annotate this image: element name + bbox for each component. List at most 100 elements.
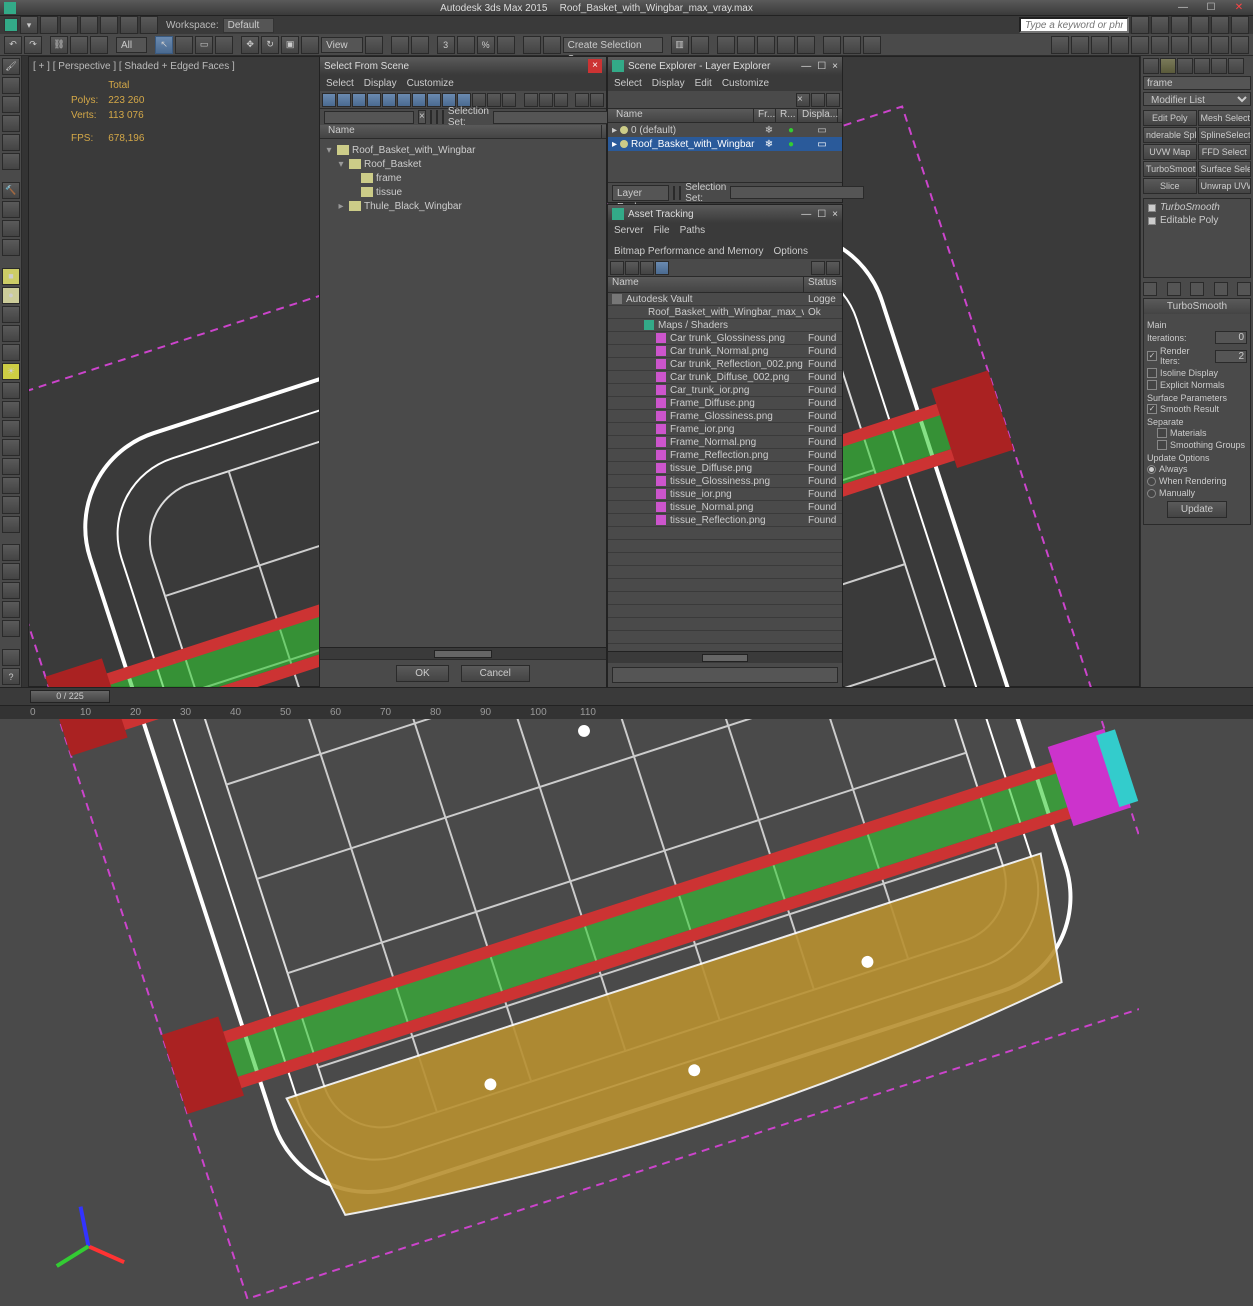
at-min-button[interactable]: —	[801, 209, 811, 220]
asset-row[interactable]: tissue_Diffuse.pngFound	[608, 462, 842, 475]
menu-btn-6[interactable]	[120, 16, 138, 34]
lt-23[interactable]	[2, 496, 20, 513]
at-header[interactable]: Asset Tracking — ☐ ×	[608, 205, 842, 223]
asset-row[interactable]: Frame_Reflection.pngFound	[608, 449, 842, 462]
sfs-filter-6[interactable]	[397, 93, 411, 107]
sfs-filter-15[interactable]	[539, 93, 553, 107]
smoothing-groups-checkbox[interactable]	[1157, 440, 1167, 450]
se-tb-1[interactable]: ×	[796, 93, 810, 107]
asset-row[interactable]: Car trunk_Glossiness.pngFound	[608, 332, 842, 345]
keyboard-button[interactable]	[411, 36, 429, 54]
asset-row[interactable]: Car_trunk_ior.pngFound	[608, 384, 842, 397]
maximize-button[interactable]: ☐	[1201, 2, 1221, 14]
help-btn-6[interactable]	[1231, 16, 1249, 34]
sfs-filter-5[interactable]	[382, 93, 396, 107]
se-ft-2[interactable]	[679, 186, 681, 200]
sfs-ok-button[interactable]: OK	[396, 665, 448, 682]
at-tb-3[interactable]	[640, 261, 654, 275]
modifier-button[interactable]: Edit Poly	[1143, 110, 1197, 126]
at-path-input[interactable]	[612, 667, 838, 683]
modifier-button[interactable]: nderable Spli	[1143, 127, 1197, 143]
lt-21[interactable]	[2, 458, 20, 475]
sfs-header[interactable]: Select From Scene ×	[320, 57, 606, 75]
asset-row[interactable]: tissue_Reflection.pngFound	[608, 514, 842, 527]
menu-btn-7[interactable]	[140, 16, 158, 34]
asset-row[interactable]: Frame_Normal.pngFound	[608, 436, 842, 449]
create-tab[interactable]	[1143, 58, 1159, 74]
se-menu-display[interactable]: Display	[652, 78, 685, 89]
se-close-button[interactable]: ×	[832, 61, 838, 72]
stack-show-icon[interactable]	[1167, 282, 1181, 296]
sfs-filter-12[interactable]	[487, 93, 501, 107]
menu-btn-3[interactable]	[60, 16, 78, 34]
unlink-button[interactable]	[70, 36, 88, 54]
display-tab[interactable]	[1211, 58, 1227, 74]
lt-help-icon[interactable]: ?	[2, 668, 20, 685]
always-radio[interactable]	[1147, 465, 1156, 474]
at-menu-options[interactable]: Options	[774, 246, 808, 257]
curve-editor-button[interactable]	[757, 36, 775, 54]
at-tb-1[interactable]	[610, 261, 624, 275]
isoline-checkbox[interactable]	[1147, 368, 1157, 378]
layer-row[interactable]: ▸0 (default)❄●▭	[608, 123, 842, 137]
hierarchy-tab[interactable]	[1177, 58, 1193, 74]
selection-filter-dropdown[interactable]: All	[116, 37, 147, 53]
stack-item[interactable]: Editable Poly	[1146, 214, 1248, 227]
render-frame-button[interactable]	[843, 36, 861, 54]
modifier-button[interactable]: Mesh Select	[1198, 110, 1252, 126]
snap-toggle-button[interactable]: 3	[437, 36, 455, 54]
spinner-snap-button[interactable]	[497, 36, 515, 54]
sfs-search-clear[interactable]: ×	[418, 110, 426, 124]
materials-checkbox[interactable]	[1157, 428, 1167, 438]
tool-r5[interactable]	[1131, 36, 1149, 54]
lt-20[interactable]	[2, 439, 20, 456]
sfs-ss-2[interactable]	[436, 110, 438, 124]
menu-btn-1[interactable]: ▾	[20, 16, 38, 34]
lt-maxscript-icon[interactable]	[2, 649, 20, 666]
modifier-button[interactable]: SplineSelect	[1198, 127, 1252, 143]
select-manip-button[interactable]	[391, 36, 409, 54]
sfs-filter-2[interactable]	[337, 93, 351, 107]
select-name-button[interactable]	[175, 36, 193, 54]
se-ft-1[interactable]	[673, 186, 675, 200]
se-max-button[interactable]: ☐	[817, 61, 826, 72]
when-rendering-radio[interactable]	[1147, 477, 1156, 486]
sfs-filter-14[interactable]	[524, 93, 538, 107]
sfs-filter-18[interactable]	[590, 93, 604, 107]
lt-24[interactable]	[2, 516, 20, 533]
named-sel-button2[interactable]	[543, 36, 561, 54]
modifier-button[interactable]: TurboSmooth	[1143, 161, 1197, 177]
help-btn-3[interactable]	[1171, 16, 1189, 34]
asset-row[interactable]: Car trunk_Diffuse_002.pngFound	[608, 371, 842, 384]
modifier-button[interactable]: FFD Select	[1198, 144, 1252, 160]
tool-r1[interactable]	[1051, 36, 1069, 54]
lt-8[interactable]	[2, 201, 20, 218]
placement-tool[interactable]	[301, 36, 319, 54]
sfs-filter-9[interactable]	[442, 93, 456, 107]
link-button[interactable]: ⛓	[50, 36, 68, 54]
named-sel-button[interactable]	[523, 36, 541, 54]
use-center-button[interactable]	[365, 36, 383, 54]
at-menu-paths[interactable]: Paths	[680, 225, 706, 236]
sfs-filter-7[interactable]	[412, 93, 426, 107]
sfs-menu-select[interactable]: Select	[326, 78, 354, 89]
lt-cylinder-icon[interactable]	[2, 306, 20, 323]
modifier-button[interactable]: Unwrap UVW	[1198, 178, 1252, 194]
asset-row[interactable]: Frame_Glossiness.pngFound	[608, 410, 842, 423]
lt-brush-icon[interactable]: 🖌	[2, 58, 20, 75]
smooth-result-checkbox[interactable]	[1147, 404, 1157, 414]
rollout-header[interactable]: TurboSmooth	[1144, 299, 1250, 314]
at-close-button[interactable]: ×	[832, 209, 838, 220]
sfs-tree-item[interactable]: ▾Roof_Basket_with_Wingbar	[324, 143, 602, 157]
lt-22[interactable]	[2, 477, 20, 494]
sfs-filter-13[interactable]	[502, 93, 516, 107]
align-button[interactable]	[691, 36, 709, 54]
lt-sphere-icon[interactable]: ●	[2, 287, 20, 304]
bind-button[interactable]	[90, 36, 108, 54]
menu-btn-4[interactable]	[80, 16, 98, 34]
se-header[interactable]: Scene Explorer - Layer Explorer — ☐ ×	[608, 57, 842, 75]
timeline[interactable]: 0 / 225	[0, 687, 1253, 705]
lt-9[interactable]	[2, 220, 20, 237]
sfs-filter-10[interactable]	[457, 93, 471, 107]
undo-button[interactable]: ↶	[4, 36, 22, 54]
